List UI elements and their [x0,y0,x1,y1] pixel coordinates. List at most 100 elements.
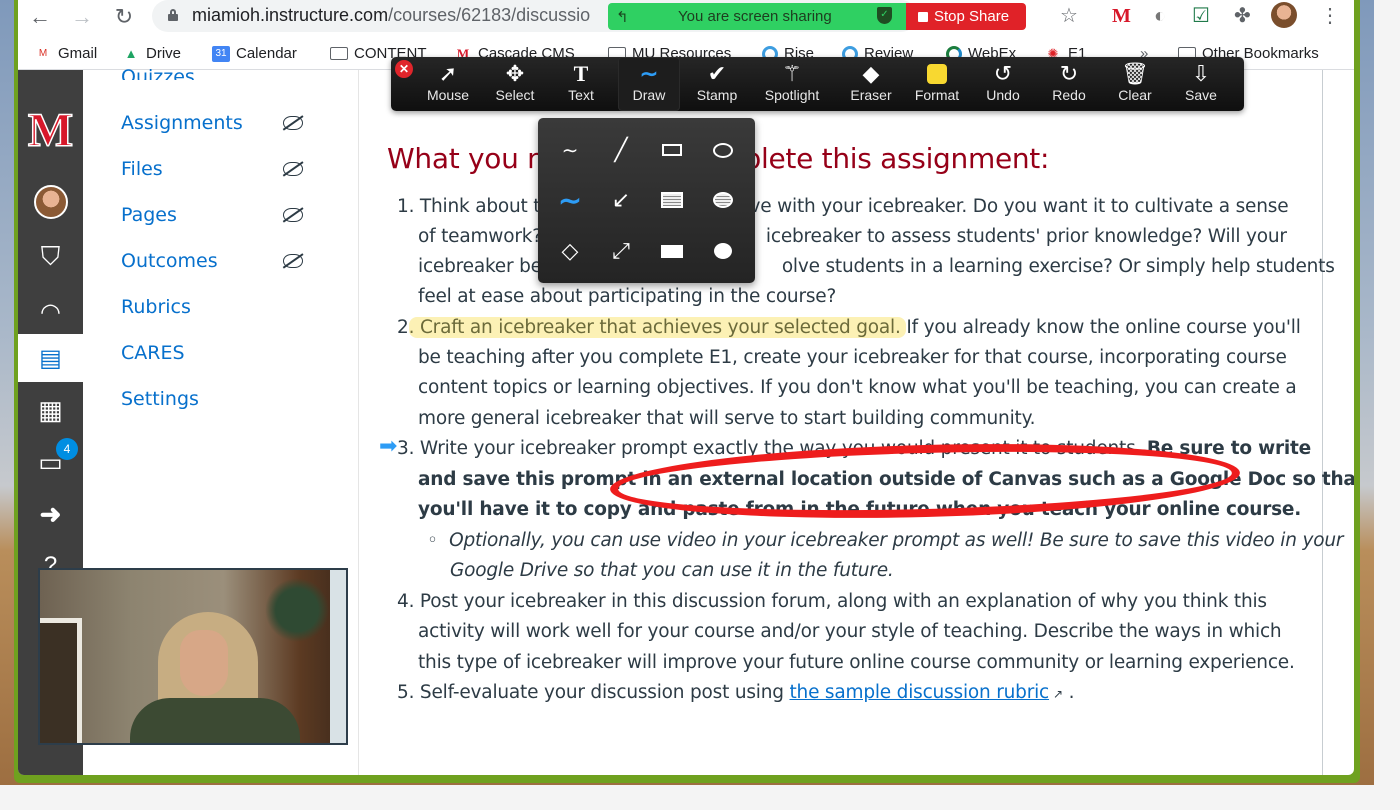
tool-stamp[interactable]: ✔ Stamp [687,57,747,111]
draw-shape-menu: ∼ ╱ ∼ ↙ ◇ ⤢ [538,118,755,283]
text-icon: T [573,61,589,86]
checklist-extension-icon[interactable]: ☑ [1192,4,1210,28]
tool-select[interactable]: ✥ Select [485,57,545,111]
tool-draw[interactable]: ∼ Draw [618,57,680,111]
item3-line2: and save this prompt in an external loca… [418,469,1354,490]
text: eve with your icebreaker. Do you want it… [738,196,1289,217]
heading-right: mplete this assignment: [716,142,1050,175]
bookmark-calendar[interactable]: 31 Calendar [212,45,297,62]
profile-avatar[interactable] [1271,2,1297,28]
text: . [1062,682,1075,703]
tool-undo[interactable]: ↺ Undo [975,57,1031,111]
shape-double-arrow[interactable]: ⤢ [604,234,638,268]
webcam-video[interactable] [38,568,348,745]
shape-thin-squiggle[interactable]: ∼ [553,133,587,167]
save-icon: ⇩ [1191,61,1211,86]
rubric-link[interactable]: the sample discussion rubric [789,682,1049,703]
close-annotation-button[interactable]: ✕ [395,60,413,78]
shape-rectangle-outline[interactable] [655,133,689,167]
tool-clear[interactable]: 🗑 Clear [1107,57,1163,111]
course-nav-assignments[interactable]: Assignments [121,112,243,134]
video-person-shirt [130,698,300,743]
tool-label: Stamp [696,87,738,103]
bookmark-gmail[interactable]: M Gmail [34,45,97,62]
tool-redo[interactable]: ↻ Redo [1041,57,1097,111]
video-window [330,570,346,743]
lock-icon [168,9,178,21]
tool-label: Eraser [850,87,892,103]
video-plant [262,570,332,650]
sharing-status: ↰ You are screen sharing ✓ [608,3,906,30]
hidden-eye-icon [283,208,303,222]
course-nav-settings[interactable]: Settings [121,388,199,410]
speedometer-icon: ◠ [40,298,61,326]
stop-share-button[interactable]: Stop Share [906,3,1026,30]
shape-ellipse-hatched[interactable] [706,183,740,217]
more-menu-icon[interactable]: ⋮ [1320,4,1340,28]
magic-wand-icon: ⚚ [782,61,802,86]
nav-divider [358,70,359,775]
nav-calendar[interactable]: ▦ [18,386,83,434]
hidden-eye-icon [283,254,303,268]
bookmark-drive[interactable]: ▲ Drive [122,45,181,62]
course-nav-cares[interactable]: CARES [121,342,185,364]
video-door [40,618,82,743]
inbox-badge: 4 [56,438,78,460]
shape-rectangle-filled[interactable] [655,234,689,268]
miami-logo[interactable]: M [18,105,83,157]
pointer-arrow-annotation: ➡ [379,434,398,459]
shield-key-icon: ⛉ [40,241,61,271]
forward-button[interactable]: → [68,4,96,30]
shape-line[interactable]: ╱ [604,133,638,167]
nav-dashboard[interactable]: ◠ [18,288,83,336]
course-nav-files[interactable]: Files [121,158,163,180]
shape-diamond-outline[interactable]: ◇ [553,234,587,268]
text: 3. Write your icebreaker prompt exactly … [397,438,1147,459]
desktop-margin-bottom [0,785,1400,810]
nav-account[interactable] [18,178,83,226]
nav-courses[interactable]: ▤ [18,334,83,382]
back-button[interactable]: ← [26,4,54,30]
puzzle-extensions-icon[interactable]: ✤ [1234,4,1251,28]
user-avatar [33,185,68,219]
hidden-eye-icon [283,116,303,130]
shape-ellipse-filled[interactable] [706,234,740,268]
bookmark-label: Gmail [58,45,98,62]
tool-spotlight[interactable]: ⚚ Spotlight [759,57,825,111]
tool-save[interactable]: ⇩ Save [1173,57,1229,111]
text: icebreaker be [418,256,542,277]
item3-line1: 3. Write your icebreaker prompt exactly … [397,438,1311,459]
nav-admin[interactable]: ⛉ [18,233,83,281]
url-text[interactable]: miamioh.instructure.com/courses/62183/di… [192,5,590,26]
course-nav-rubrics[interactable]: Rubrics [121,296,191,318]
item1-line4: feel at ease about participating in the … [418,286,837,307]
nav-inbox[interactable]: ▭ 4 [18,438,83,486]
miami-m-extension-icon[interactable]: M [1112,4,1131,28]
reload-button[interactable]: ↻ [110,4,138,30]
external-link-icon: ↗ [1053,687,1063,701]
item4-line1: 4. Post your icebreaker in this discussi… [397,591,1267,612]
shape-ellipse-outline[interactable] [706,133,740,167]
tool-label: Mouse [426,87,470,103]
yellow-highlight-annotation: . Craft an icebreaker that achieves your… [408,317,907,338]
tool-mouse[interactable]: ➚ Mouse [419,57,477,111]
shape-thick-squiggle-selected[interactable]: ∼ [553,183,587,217]
tool-text[interactable]: T Text [553,57,609,111]
tool-label: Format [914,87,960,103]
trash-icon: 🗑 [1121,61,1149,86]
course-nav-quizzes[interactable]: Quizzes [121,66,195,80]
shape-arrow[interactable]: ↙ [604,183,638,217]
nav-commons[interactable]: ➜ [18,490,83,538]
undo-icon: ↺ [993,61,1013,86]
circle-extension-icon[interactable]: ◐ [1154,4,1166,28]
tool-format[interactable]: Format [907,57,967,111]
annotation-toolbar: ✕ ➚ Mouse ✥ Select T Text ∼ Draw ✔ Stamp ⚚ Spo… [391,57,1244,111]
course-nav-pages[interactable]: Pages [121,204,177,226]
heading-left: What you n [387,142,545,175]
screen-share-banner: ↰ You are screen sharing ✓ Stop Share [608,3,1026,30]
course-nav-outcomes[interactable]: Outcomes [121,250,218,272]
redo-icon: ↻ [1059,61,1079,86]
shape-rectangle-hatched[interactable] [655,183,689,217]
tool-eraser[interactable]: ◆ Eraser [841,57,901,111]
star-icon[interactable]: ☆ [1060,4,1078,28]
